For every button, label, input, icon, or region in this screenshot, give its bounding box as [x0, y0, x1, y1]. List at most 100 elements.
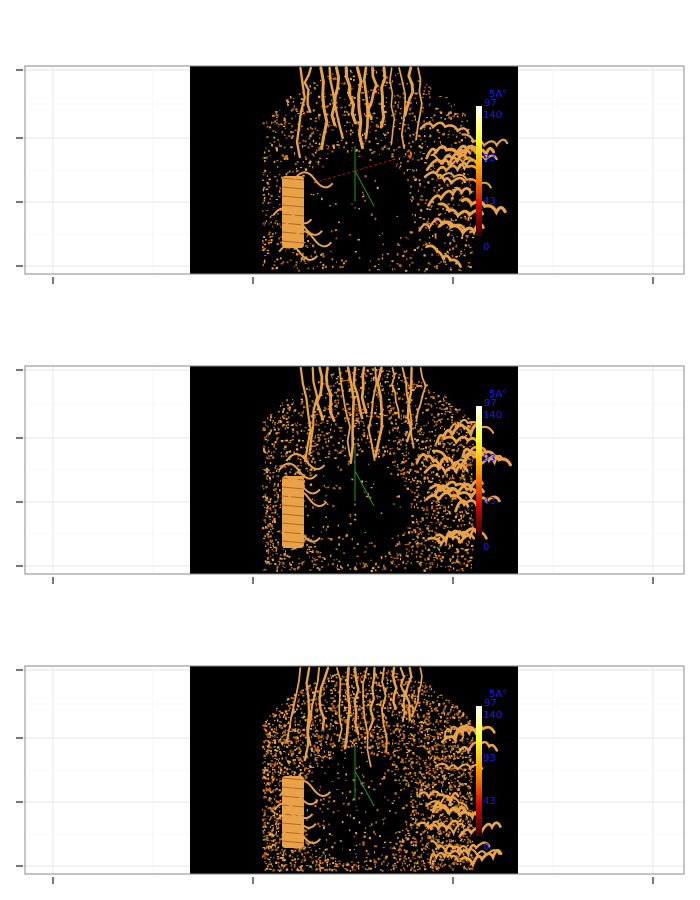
capillary-speck — [419, 138, 422, 141]
capillary-speck — [264, 506, 266, 509]
capillary-speck — [350, 714, 353, 717]
capillary-speck — [431, 784, 433, 785]
capillary-speck — [302, 405, 305, 409]
capillary-speck — [368, 746, 371, 749]
capillary-speck — [349, 568, 352, 570]
capillary-speck — [304, 541, 306, 543]
capillary-speck — [292, 98, 295, 100]
capillary-speck — [386, 76, 388, 79]
capillary-speck — [439, 507, 441, 509]
capillary-speck — [468, 244, 470, 247]
capillary-speck — [280, 262, 283, 265]
capillary-speck — [281, 854, 285, 857]
render-background — [190, 666, 518, 874]
capillary-speck — [308, 546, 311, 549]
capillary-speck — [437, 395, 440, 398]
capillary-speck — [467, 548, 470, 550]
capillary-speck — [444, 242, 446, 244]
capillary-speck — [338, 389, 341, 391]
capillary-speck — [313, 499, 316, 501]
capillary-speck — [284, 555, 287, 557]
capillary-speck — [291, 125, 293, 128]
capillary-speck — [295, 472, 297, 475]
capillary-speck — [429, 127, 432, 130]
capillary-speck — [429, 103, 431, 105]
capillary-speck — [431, 405, 433, 408]
capillary-speck — [297, 858, 300, 860]
capillary-speck — [334, 399, 337, 401]
capillary-speck — [424, 539, 428, 542]
capillary-speck — [440, 694, 443, 696]
capillary-speck — [456, 569, 459, 572]
capillary-speck — [326, 737, 329, 740]
capillary-speck — [291, 403, 293, 405]
capillary-speck — [447, 454, 450, 456]
capillary-speck — [286, 421, 289, 423]
capillary-speck — [411, 213, 414, 216]
capillary-speck — [357, 444, 360, 447]
capillary-speck — [419, 216, 422, 219]
capillary-speck — [426, 384, 428, 387]
capillary-speck — [315, 850, 317, 852]
capillary-speck — [386, 370, 388, 372]
capillary-speck — [295, 115, 297, 118]
capillary-speck — [448, 568, 451, 571]
capillary-speck — [280, 160, 282, 162]
capillary-speck — [280, 451, 282, 454]
capillary-speck — [468, 458, 471, 461]
capillary-speck — [366, 434, 369, 436]
capillary-speck — [395, 148, 397, 151]
capillary-speck — [310, 132, 313, 135]
capillary-speck — [459, 569, 461, 571]
capillary-speck — [270, 429, 272, 432]
capillary-speck — [342, 408, 344, 410]
capillary-speck — [409, 264, 411, 267]
capillary-speck — [436, 407, 438, 409]
capillary-speck — [312, 853, 313, 856]
capillary-speck — [398, 564, 400, 566]
capillary-speck — [421, 199, 424, 201]
capillary-speck — [285, 250, 287, 252]
capillary-speck — [366, 369, 369, 372]
capillary-speck — [445, 525, 447, 528]
capillary-speck — [309, 85, 311, 88]
capillary-speck — [379, 783, 382, 785]
capillary-speck — [319, 422, 323, 424]
capillary-speck — [394, 95, 396, 97]
capillary-speck — [395, 857, 397, 861]
capillary-speck — [435, 514, 438, 517]
capillary-speck — [423, 496, 425, 499]
capillary-speck — [455, 255, 459, 258]
capillary-speck — [340, 565, 342, 568]
capillary-speck — [327, 503, 329, 505]
colorbar-top-label: 97 — [484, 398, 497, 409]
capillary-speck — [277, 427, 279, 429]
capillary-speck — [350, 396, 352, 398]
capillary-speck — [338, 221, 340, 224]
capillary-speck — [452, 248, 455, 250]
capillary-speck — [428, 554, 431, 556]
capillary-speck — [416, 535, 419, 538]
capillary-speck — [454, 744, 456, 747]
capillary-speck — [428, 710, 430, 712]
capillary-speck — [283, 455, 285, 458]
capillary-speck — [328, 854, 331, 856]
capillary-speck — [266, 510, 269, 513]
capillary-speck — [367, 786, 370, 789]
capillary-speck — [312, 166, 314, 169]
capillary-speck — [266, 508, 269, 510]
capillary-speck — [412, 198, 415, 200]
capillary-speck — [376, 389, 378, 392]
capillary-speck — [351, 478, 354, 481]
capillary-speck — [434, 233, 437, 236]
capillary-speck — [291, 136, 293, 139]
capillary-speck — [269, 481, 271, 484]
capillary-speck — [470, 781, 473, 783]
capillary-speck — [271, 214, 274, 216]
capillary-speck — [288, 442, 291, 443]
capillary-speck — [421, 157, 423, 160]
capillary-speck — [424, 86, 426, 89]
capillary-speck — [270, 530, 272, 532]
capillary-speck — [305, 505, 307, 508]
capillary-speck — [428, 685, 432, 688]
